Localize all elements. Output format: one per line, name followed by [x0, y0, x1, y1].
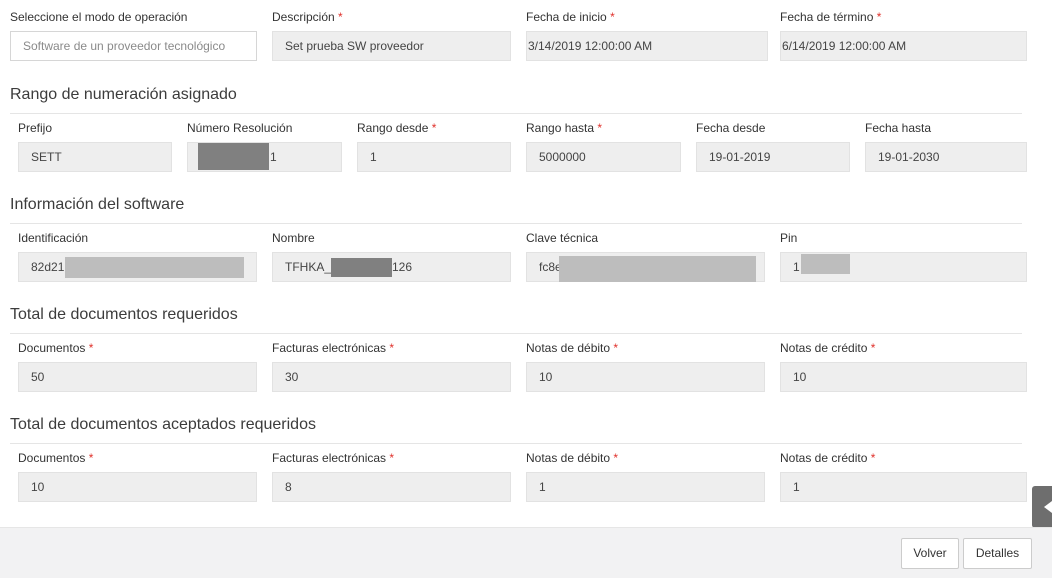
required-debit-notes-field: 10	[526, 362, 765, 392]
accepted-debit-notes-label: Notas de débito *	[526, 451, 619, 465]
resolution-label: Número Resolución	[187, 121, 293, 135]
required-credit-notes-field: 10	[780, 362, 1027, 392]
range-to-label: Rango hasta *	[526, 121, 603, 135]
required-invoices-label: Facturas electrónicas *	[272, 341, 395, 355]
redaction-block	[65, 257, 244, 278]
accepted-docs-section-title: Total de documentos aceptados requeridos	[10, 416, 316, 433]
details-button[interactable]: Detalles	[963, 538, 1032, 569]
chevron-left-icon	[1044, 501, 1052, 513]
mode-input[interactable]: Software de un proveedor tecnológico	[10, 31, 257, 61]
software-name-label: Nombre	[272, 231, 315, 245]
required-debit-notes-label: Notas de débito *	[526, 341, 619, 355]
start-date-field: 3/14/2019 12:00:00 AM	[526, 31, 768, 61]
accepted-documents-label: Documentos *	[18, 451, 94, 465]
redaction-block	[331, 258, 392, 277]
range-to-field: 5000000	[526, 142, 681, 172]
range-from-label: Rango desde *	[357, 121, 437, 135]
software-divider	[10, 223, 1022, 224]
accepted-credit-notes-label: Notas de crédito *	[780, 451, 876, 465]
accepted-credit-notes-field: 1	[780, 472, 1027, 502]
start-date-label: Fecha de inicio *	[526, 10, 615, 24]
pin-label: Pin	[780, 231, 798, 245]
description-label: Descripción *	[272, 10, 343, 24]
prefix-field: SETT	[18, 142, 172, 172]
prefix-label: Prefijo	[18, 121, 53, 135]
required-docs-divider	[10, 333, 1022, 334]
end-date-field: 6/14/2019 12:00:00 AM	[780, 31, 1027, 61]
required-documents-label: Documentos *	[18, 341, 94, 355]
footer-bar	[0, 527, 1052, 578]
required-credit-notes-label: Notas de crédito *	[780, 341, 876, 355]
software-name-suffix: 126	[392, 260, 413, 274]
identification-label: Identificación	[18, 231, 89, 245]
description-field: Set prueba SW proveedor	[272, 31, 511, 61]
software-section-title: Información del software	[10, 196, 185, 213]
date-from-label: Fecha desde	[696, 121, 766, 135]
back-button[interactable]: Volver	[901, 538, 959, 569]
required-invoices-field: 30	[272, 362, 511, 392]
accepted-documents-field: 10	[18, 472, 257, 502]
end-date-label: Fecha de término *	[780, 10, 882, 24]
accepted-invoices-label: Facturas electrónicas *	[272, 451, 395, 465]
resolution-suffix: 1	[270, 150, 277, 164]
range-section-title: Rango de numeración asignado	[10, 86, 237, 103]
accepted-invoices-field: 8	[272, 472, 511, 502]
range-divider	[10, 113, 1022, 114]
required-documents-field: 50	[18, 362, 257, 392]
accepted-debit-notes-field: 1	[526, 472, 765, 502]
date-to-label: Fecha hasta	[865, 121, 932, 135]
redaction-block	[559, 256, 756, 282]
side-panel-toggle[interactable]	[1032, 486, 1052, 528]
accepted-docs-divider	[10, 443, 1022, 444]
range-from-field: 1	[357, 142, 511, 172]
software-name-prefix: TFHKA_	[285, 260, 332, 274]
redaction-block	[801, 254, 850, 274]
mode-label: Seleccione el modo de operación	[10, 10, 188, 24]
date-from-field: 19-01-2019	[696, 142, 850, 172]
date-to-field: 19-01-2030	[865, 142, 1027, 172]
required-docs-section-title: Total de documentos requeridos	[10, 306, 238, 323]
redaction-block	[198, 143, 269, 170]
technical-key-label: Clave técnica	[526, 231, 599, 245]
